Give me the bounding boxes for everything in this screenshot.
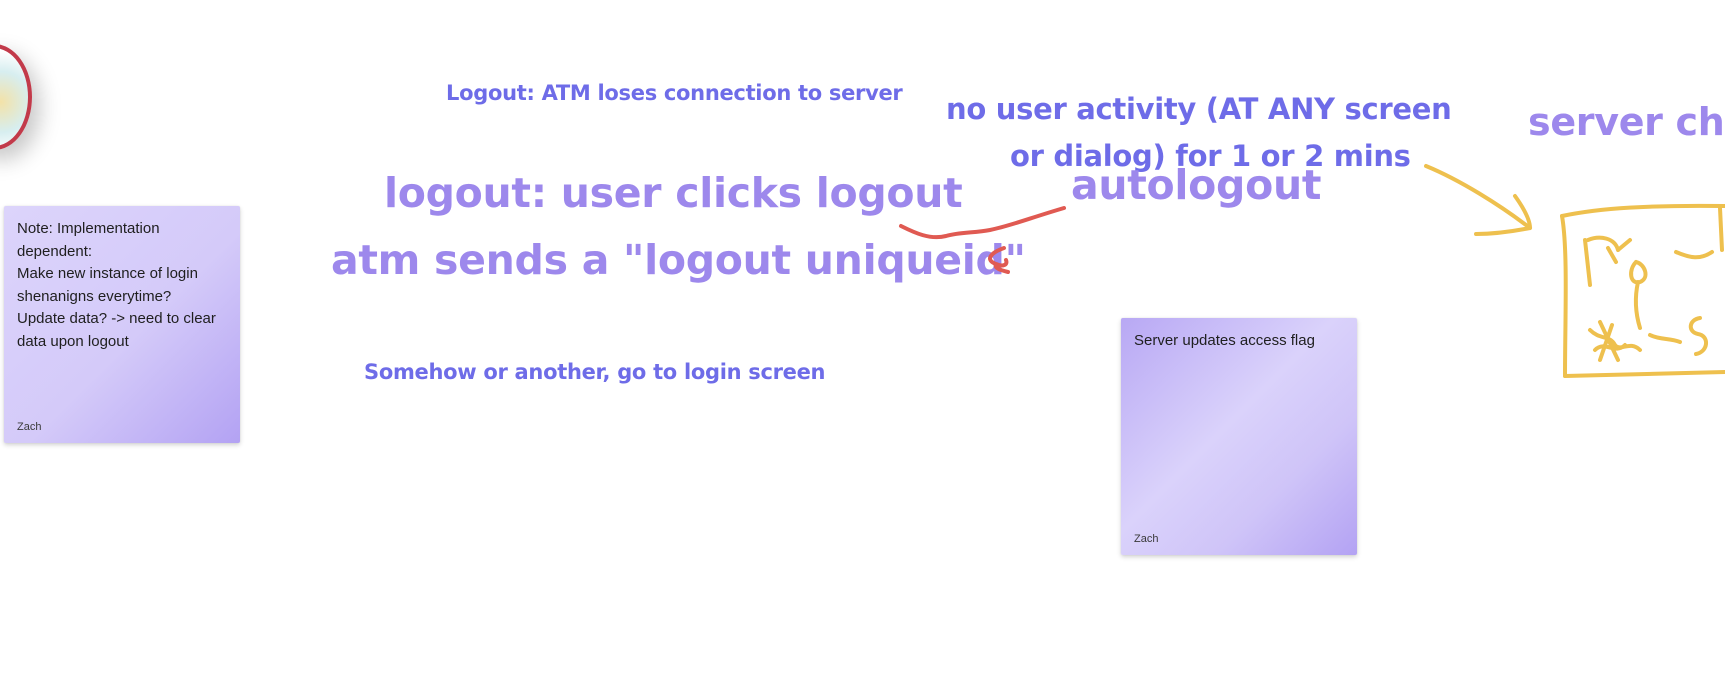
sticky-note-author: Zach (17, 421, 42, 433)
text-go-to-login[interactable]: Somehow or another, go to login screen (364, 360, 826, 384)
yellow-ink-arrow-stroke[interactable] (1424, 164, 1532, 236)
text-atm-sends-logout[interactable]: atm sends a "logout uniqueid" (331, 236, 1026, 284)
sticky-note-text: Note: Implementation dependent: Make new… (17, 220, 216, 350)
whiteboard-canvas[interactable]: Logout: ATM loses connection to server n… (0, 0, 1725, 681)
text-server-check[interactable]: server ch (1528, 100, 1725, 144)
user-avatar[interactable] (0, 44, 32, 150)
text-autologout[interactable]: autologout (1071, 161, 1321, 209)
text-user-clicks-logout[interactable]: logout: user clicks logout (384, 169, 963, 217)
sticky-note-implementation[interactable]: Note: Implementation dependent: Make new… (4, 206, 240, 443)
sticky-note-text: Server updates access flag (1134, 332, 1315, 349)
yellow-ink-server-sketch[interactable] (1560, 203, 1725, 378)
text-no-user-activity-line1[interactable]: no user activity (AT ANY screen (946, 92, 1452, 126)
text-atm-loses-connection[interactable]: Logout: ATM loses connection to server (446, 81, 903, 105)
sticky-note-author: Zach (1134, 533, 1159, 545)
sticky-note-server-flag[interactable]: Server updates access flag Zach (1121, 318, 1357, 555)
